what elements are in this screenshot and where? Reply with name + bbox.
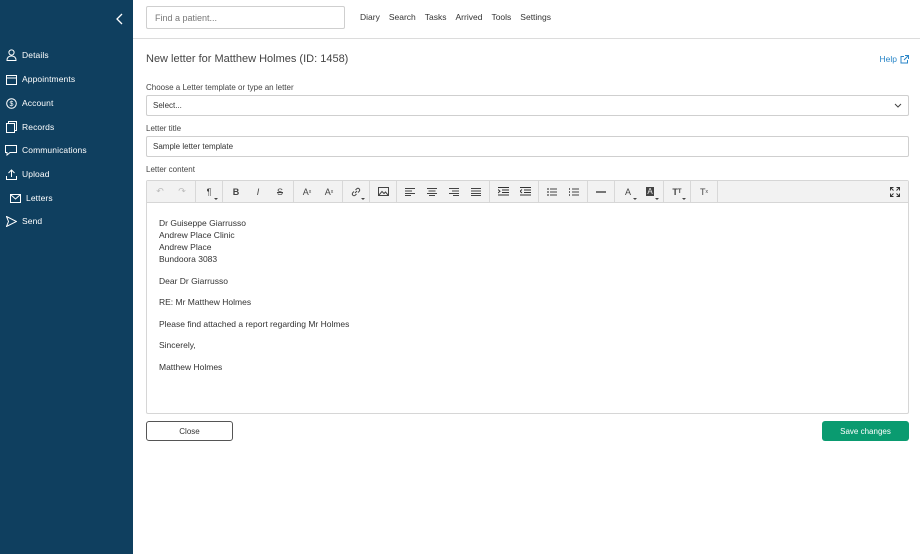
outdent-icon[interactable] [514, 181, 536, 203]
superscript-icon[interactable]: Ax [296, 181, 318, 203]
address-line: Andrew Place Clinic [159, 230, 235, 240]
external-link-icon [900, 54, 909, 63]
body-text: Please find attached a report regarding … [159, 318, 350, 329]
undo-icon[interactable]: ↶ [149, 181, 171, 203]
template-select[interactable]: Select... [146, 95, 909, 116]
align-center-icon[interactable] [421, 181, 443, 203]
paragraph-format-icon[interactable]: ¶ [198, 181, 220, 203]
numbered-list-icon[interactable] [563, 181, 585, 203]
align-justify-icon[interactable] [465, 181, 487, 203]
address-line: Andrew Place [159, 242, 212, 252]
top-bar: Diary Search Tasks Arrived Tools Setting… [133, 0, 920, 39]
send-icon [4, 214, 18, 228]
sidebar-item-label: Records [22, 122, 55, 132]
align-left-icon[interactable] [399, 181, 421, 203]
envelope-icon [8, 191, 22, 205]
template-label: Choose a Letter template or type an lett… [146, 83, 294, 92]
sidebar-item-account[interactable]: $ Account [0, 93, 133, 113]
letter-editor: ↶ ↷ ¶ B I S Ax Ax A A T T T x Dr Guisepp… [146, 180, 909, 414]
chat-icon [4, 143, 18, 157]
close-button[interactable]: Close [146, 421, 233, 441]
indent-icon[interactable] [492, 181, 514, 203]
text-color-icon[interactable]: A [617, 181, 639, 203]
nav-settings[interactable]: Settings [520, 12, 551, 22]
signature: Matthew Holmes [159, 361, 223, 372]
help-label: Help [879, 54, 897, 64]
font-size-icon[interactable]: TT [666, 181, 688, 203]
dollar-icon: $ [4, 96, 18, 110]
background-color-icon[interactable]: A [639, 181, 661, 203]
nav-search[interactable]: Search [389, 12, 416, 22]
save-changes-button[interactable]: Save changes [822, 421, 909, 441]
letter-title-input[interactable]: Sample letter template [146, 136, 909, 157]
nav-tasks[interactable]: Tasks [425, 12, 447, 22]
sidebar-item-label: Upload [22, 169, 50, 179]
italic-icon[interactable]: I [247, 181, 269, 203]
subscript-icon[interactable]: Ax [318, 181, 340, 203]
help-link[interactable]: Help [880, 54, 909, 64]
align-right-icon[interactable] [443, 181, 465, 203]
address-line: Bundoora 3083 [159, 254, 218, 264]
sidebar-item-communications[interactable]: Communications [0, 140, 133, 160]
sidebar-item-label: Communications [22, 145, 87, 155]
chevron-down-icon [894, 103, 902, 108]
image-icon[interactable] [372, 181, 394, 203]
editor-toolbar: ↶ ↷ ¶ B I S Ax Ax A A T T T x [147, 181, 908, 203]
letter-title-value: Sample letter template [153, 142, 234, 151]
sidebar-item-details[interactable]: Details [0, 45, 133, 65]
sidebar-item-label: Details [22, 50, 49, 60]
sidebar-item-label: Appointments [22, 74, 76, 84]
sidebar-item-records[interactable]: Records [0, 117, 133, 137]
page-title: New letter for Matthew Holmes (ID: 1458) [146, 53, 349, 65]
redo-icon[interactable]: ↷ [171, 181, 193, 203]
patient-search-input[interactable] [146, 6, 345, 29]
re-line: RE: Mr Matthew Holmes [159, 297, 252, 307]
chevron-left-icon [116, 13, 123, 25]
collapse-sidebar-button[interactable] [113, 11, 127, 27]
nav-diary[interactable]: Diary [360, 12, 380, 22]
sidebar-item-label: Letters [26, 193, 53, 203]
fullscreen-icon[interactable] [888, 185, 902, 199]
svg-text:$: $ [9, 101, 13, 108]
salutation: Dear Dr Giarrusso [159, 275, 228, 286]
letter-title-label: Letter title [146, 124, 182, 133]
link-icon[interactable] [345, 181, 367, 203]
clear-formatting-icon[interactable]: Tx [693, 181, 715, 203]
records-icon [4, 120, 18, 134]
sidebar-item-appointments[interactable]: Appointments [0, 69, 133, 89]
sidebar-item-upload[interactable]: Upload [0, 164, 133, 184]
letter-content-label: Letter content [146, 165, 195, 174]
bold-icon[interactable]: B [225, 181, 247, 203]
letter-body[interactable]: Dr Guiseppe Giarrusso Andrew Place Clini… [147, 203, 908, 396]
nav-tools[interactable]: Tools [491, 12, 511, 22]
sidebar-item-label: Send [22, 216, 43, 226]
horizontal-rule-icon[interactable] [590, 181, 612, 203]
sidebar: Details Appointments $ Account Records C… [0, 0, 133, 554]
sidebar-item-letters[interactable]: Letters [0, 188, 133, 208]
bullet-list-icon[interactable] [541, 181, 563, 203]
sidebar-item-send[interactable]: Send [0, 211, 133, 231]
person-icon [4, 48, 18, 62]
top-nav: Diary Search Tasks Arrived Tools Setting… [360, 12, 551, 22]
template-select-value: Select... [153, 101, 182, 110]
sidebar-item-label: Account [22, 98, 54, 108]
upload-icon [4, 167, 18, 181]
nav-arrived[interactable]: Arrived [456, 12, 483, 22]
closing: Sincerely, [159, 340, 196, 350]
address-line: Dr Guiseppe Giarrusso [159, 218, 246, 228]
address-block: Dr Guiseppe Giarrusso Andrew Place Clini… [159, 217, 896, 265]
calendar-icon [4, 72, 18, 86]
strikethrough-icon[interactable]: S [269, 181, 291, 203]
